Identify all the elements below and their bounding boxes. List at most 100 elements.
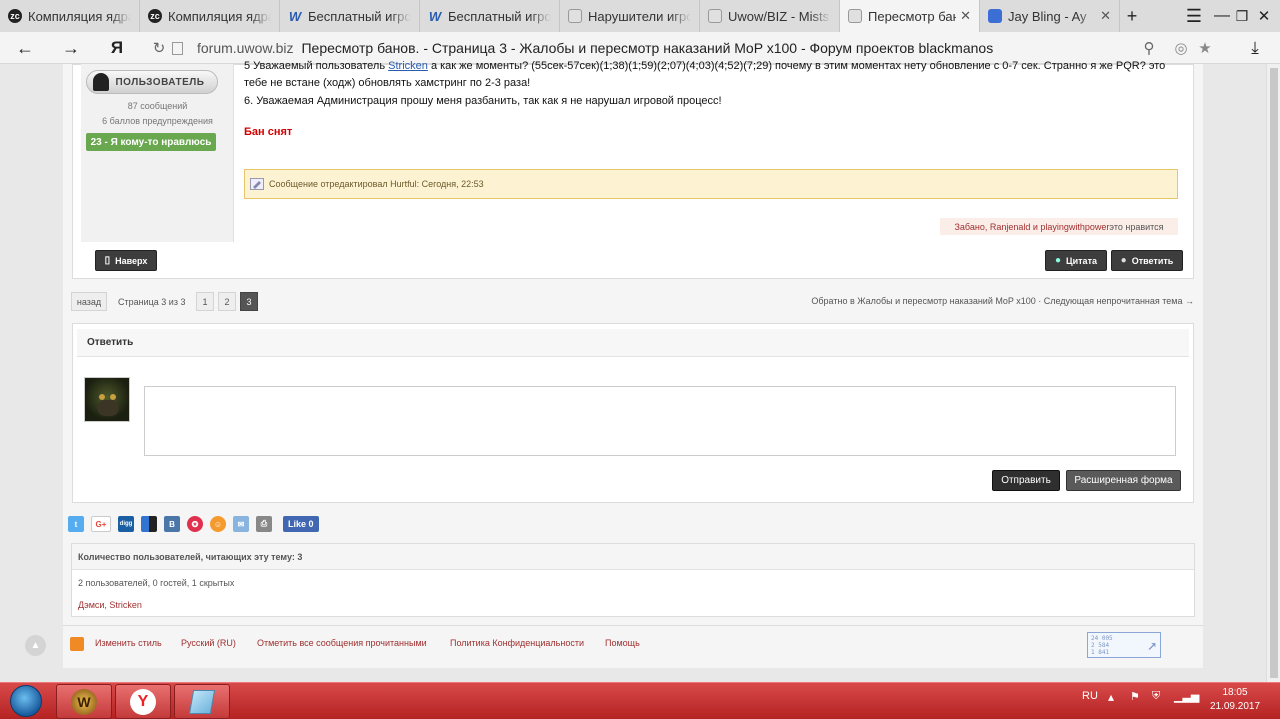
readers-names[interactable]: Дэмси, Stricken (78, 600, 142, 610)
readers-box: Количество пользователей, читающих эту т… (71, 543, 1195, 617)
rank-label: ПОЛЬЗОВАТЕЛЬ (115, 76, 205, 88)
pagination-back[interactable]: назад (71, 292, 107, 311)
arrow-icon: ↗ (1147, 635, 1157, 654)
browser-tab-1[interactable]: zc Компиляция ядра (140, 0, 280, 32)
clock-date: 21.09.2017 (1209, 701, 1261, 712)
reply-textarea[interactable] (144, 386, 1176, 456)
quote-button[interactable]: ● Цитата (1045, 250, 1107, 271)
reply-post-button[interactable]: ● Ответить (1111, 250, 1183, 271)
wow-icon: W (71, 688, 97, 715)
twitter-icon[interactable]: t (68, 516, 84, 532)
scrollbar-thumb[interactable] (1270, 68, 1278, 678)
page-link-3[interactable]: 3 (240, 292, 258, 311)
doc-icon (568, 9, 582, 23)
browser-tab-7[interactable]: Jay Bling - Ay ✕ (980, 0, 1120, 32)
url-field[interactable]: forum.uwow.biz Пересмотр банов. - Страни… (172, 35, 1192, 61)
browser-tab-4[interactable]: Нарушители игров (560, 0, 700, 32)
likes-summary: Забано, Ranjenald и playingwithpower это… (940, 218, 1178, 235)
close-icon[interactable]: ✕ (960, 8, 971, 24)
browser-tab-6[interactable]: Пересмотр бано ✕ (840, 0, 980, 32)
forward-icon[interactable]: → (56, 32, 86, 64)
blue-square-icon (988, 9, 1002, 23)
post-text: 5 Уважаемый пользователь (244, 60, 389, 72)
ban-lifted-label: Бан снят (244, 126, 293, 138)
tray-arrow-icon[interactable]: ▴ (1108, 690, 1114, 704)
edit-note-text: Сообщение отредактировал Hurtful: Сегодн… (269, 179, 484, 189)
scroll-to-top-icon[interactable]: ▲ (25, 635, 46, 656)
download-icon[interactable]: ⤓ (1240, 32, 1270, 64)
taskbar-yandex-browser[interactable]: Y (115, 684, 171, 719)
yandex-logo[interactable]: Я (102, 32, 132, 64)
tab-bar: zc Компиляция ядра zc Компиляция ядра W … (0, 0, 1280, 32)
star-icon[interactable]: ✪ (187, 516, 203, 532)
delicious-icon[interactable] (141, 516, 157, 532)
doc-icon (848, 9, 862, 23)
readers-header: Количество пользователей, читающих эту т… (72, 544, 1194, 570)
star-bookmark-icon[interactable]: ★ (1190, 32, 1220, 64)
taskbar-wow-app[interactable]: W (56, 684, 112, 719)
clock-time: 18:05 (1222, 687, 1248, 698)
browser-tab-5[interactable]: Uwow/BIZ - Mists c (700, 0, 840, 32)
readers-counts: 2 пользователей, 0 гостей, 1 скрытых (78, 578, 235, 588)
browser-tab-2[interactable]: W Бесплатный игров (280, 0, 420, 32)
avatar-face (97, 400, 119, 416)
message-count[interactable]: 87 сообщений (81, 101, 234, 111)
page-link-1[interactable]: 1 (196, 292, 214, 311)
post-line-1: 5 Уважаемый пользователь Stricken а как … (244, 60, 1165, 72)
likes-suffix: это нравится (1109, 221, 1164, 232)
rss-icon[interactable] (70, 637, 84, 651)
footer-link-privacy[interactable]: Политика Конфиденциальности (450, 638, 584, 648)
mail-icon[interactable]: ✉ (233, 516, 249, 532)
footer-link-language[interactable]: Русский (RU) (181, 638, 236, 648)
user-silhouette-icon (93, 73, 109, 91)
scrollbar[interactable] (1266, 64, 1280, 682)
user-link-stricken[interactable]: Stricken (388, 60, 428, 72)
notes-icon (188, 689, 216, 714)
windows-logo-icon (10, 685, 42, 717)
clock[interactable]: 18:05 21.09.2017 (1200, 686, 1270, 714)
w-icon: W (428, 8, 442, 24)
print-icon[interactable]: ⎙ (256, 516, 272, 532)
browser-tab-0[interactable]: zc Компиляция ядра (0, 0, 140, 32)
taskbar-notes-app[interactable] (174, 684, 230, 719)
footer-link-help[interactable]: Помощь (605, 638, 640, 648)
page-link-2[interactable]: 2 (218, 292, 236, 311)
tab-title: Jay Bling - Ay (1008, 8, 1087, 24)
w-icon: W (288, 8, 302, 24)
tab-title: Нарушители игров (588, 8, 691, 24)
google-plus-icon[interactable]: G+ (91, 516, 111, 532)
url-domain: forum.uwow.biz (197, 40, 294, 56)
top-button-label: Наверх (115, 255, 148, 266)
network-icon[interactable]: ▁▃▅ (1174, 690, 1199, 703)
security-icon[interactable]: ⛨ (1152, 690, 1160, 703)
browser-tab-3[interactable]: W Бесплатный игров (420, 0, 560, 32)
tab-title: Компиляция ядра (28, 8, 131, 24)
start-button[interactable] (4, 683, 48, 719)
close-icon[interactable]: ✕ (1100, 8, 1111, 24)
odnoklassniki-icon[interactable]: ☺ (210, 516, 226, 532)
doc-icon (708, 9, 722, 23)
likes-names[interactable]: Забано, Ranjenald и playingwithpower (954, 222, 1109, 232)
social-share-bar: t G+ digg B ✪ ☺ ✉ ⎙ Like 0 (68, 515, 319, 533)
avatar-eye (99, 394, 105, 400)
reload-icon[interactable]: ↻ (144, 32, 174, 64)
facebook-like-button[interactable]: Like 0 (283, 516, 319, 532)
reply-post-button-label: Ответить (1131, 255, 1174, 266)
vkontakte-icon[interactable]: B (164, 516, 180, 532)
new-tab-button[interactable]: + (1114, 0, 1150, 32)
send-button[interactable]: Отправить (992, 470, 1060, 491)
footer-link-style[interactable]: Изменить стиль (95, 638, 162, 648)
avatar-eye (110, 394, 116, 400)
action-center-icon[interactable]: ⚑ (1130, 690, 1140, 703)
back-to-forum-link[interactable]: Обратно в Жалобы и пересмотр наказаний M… (700, 292, 1194, 311)
close-window-icon[interactable]: ✕ (1246, 0, 1280, 32)
footer-link-mark-read[interactable]: Отметить все сообщения прочитанными (257, 638, 427, 648)
digg-icon[interactable]: digg (118, 516, 134, 532)
top-button[interactable]: ▯ Наверх (95, 250, 157, 271)
back-icon[interactable]: ← (10, 32, 40, 64)
language-indicator[interactable]: RU (1082, 690, 1098, 702)
avatar[interactable] (84, 377, 130, 422)
visit-counter[interactable]: 24 005 2 584 1 841 ↗ (1087, 632, 1161, 658)
advanced-form-button[interactable]: Расширенная форма (1066, 470, 1181, 491)
page-of-label: Страница 3 из 3 (118, 296, 186, 307)
